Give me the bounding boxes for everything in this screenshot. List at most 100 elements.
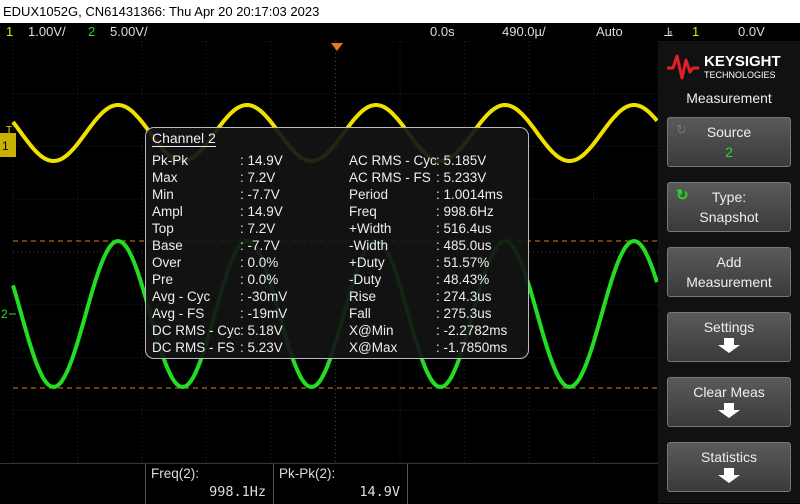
window-title: EDUX1052G, CN61431366: Thu Apr 20 20:17:… xyxy=(3,4,320,19)
measurement-value: : 516.4us xyxy=(436,221,492,236)
status-bar: 1 1.00V/ 2 5.00V/ 0.0s 490.0µ/ Auto ⫡ 1 … xyxy=(0,23,800,41)
trigger-marker-label: T xyxy=(6,125,12,136)
trigger-position-marker[interactable] xyxy=(331,43,343,51)
measurement-label: X@Max xyxy=(349,340,398,355)
measurement-value: : -7.7V xyxy=(240,238,280,253)
measurement-row: Avg - FS: -19mV xyxy=(152,305,342,322)
measurement-freq[interactable]: Freq(2): 998.1Hz xyxy=(145,464,274,504)
source-softkey[interactable]: ↻ Source 2 xyxy=(667,117,791,167)
measurement-value: : -30mV xyxy=(240,289,288,304)
measurement-label: -Width xyxy=(349,238,389,253)
measurement-label: +Width xyxy=(349,221,392,236)
measurement-row: Avg - Cyc: -30mV xyxy=(152,288,342,305)
measurement-value: : 48.43% xyxy=(436,272,490,287)
ch2-number[interactable]: 2 xyxy=(88,23,95,41)
trigger-edge-icon: ⫡ xyxy=(664,24,673,39)
measurement-label: DC RMS - Cyc xyxy=(152,323,241,338)
measurement-label: Max xyxy=(152,170,178,185)
softkey-panel: KEYSIGHT TECHNOLOGIES Measurement ↻ Sour… xyxy=(658,41,800,503)
ch1-scale[interactable]: 1.00V/ xyxy=(28,23,66,41)
submenu-arrow-icon xyxy=(718,403,740,418)
measurement-value: : -19mV xyxy=(240,306,288,321)
menu-title: Measurement xyxy=(686,90,772,106)
settings-softkey[interactable]: Settings xyxy=(667,312,791,362)
measurement-value: : 5.185V xyxy=(436,153,487,168)
trigger-level-marker[interactable]: T xyxy=(6,125,12,136)
add-label-line2: Measurement xyxy=(686,274,772,290)
clear-meas-softkey[interactable]: Clear Meas xyxy=(667,377,791,427)
measurement-row: Top : 7.2V xyxy=(152,220,342,237)
ch1-number[interactable]: 1 xyxy=(6,23,13,41)
statistics-softkey[interactable]: Statistics xyxy=(667,442,791,492)
keysight-logo: KEYSIGHT TECHNOLOGIES xyxy=(665,46,793,86)
measurement-label: AC RMS - Cyc xyxy=(349,153,437,168)
type-softkey[interactable]: ↻ Type: Snapshot xyxy=(667,182,791,232)
ch2-ground-marker[interactable]: 2 xyxy=(1,307,16,321)
statistics-label: Statistics xyxy=(700,449,757,465)
title-bar: EDUX1052G, CN61431366: Thu Apr 20 20:17:… xyxy=(0,0,800,23)
measurement-row: Period: 1.0014ms xyxy=(349,186,529,203)
measurement-label: Fall xyxy=(349,306,371,321)
measurement-row: DC RMS - Cyc: 5.18V xyxy=(152,322,342,339)
waveform-display[interactable]: 1 2 T Channel 2 Pk-Pk: 14.9V Max : 7.2V Min… xyxy=(0,41,658,463)
measurement-row: Over: 0.0% xyxy=(152,254,342,271)
measurement-value: : 998.6Hz xyxy=(436,204,494,219)
measurement-label: AC RMS - FS xyxy=(349,170,431,185)
measurement-value: : 485.0us xyxy=(436,238,492,253)
measurement-row: -Width : 485.0us xyxy=(349,237,529,254)
measurement-value: : 5.18V xyxy=(240,323,283,338)
measurement-row: +Duty: 51.57% xyxy=(349,254,529,271)
popup-title: Channel 2 xyxy=(152,130,216,147)
trigger-level[interactable]: 0.0V xyxy=(738,23,765,41)
type-label: Type: xyxy=(711,189,747,205)
type-value: Snapshot xyxy=(699,209,759,225)
measurement-label: Rise xyxy=(349,289,377,304)
ch2-scale[interactable]: 5.00V/ xyxy=(110,23,148,41)
source-label: Source xyxy=(706,124,752,140)
measurement-row: Freq: 998.6Hz xyxy=(349,203,529,220)
measurement-label: X@Min xyxy=(349,323,394,338)
measurement-row: +Width : 516.4us xyxy=(349,220,529,237)
measurement-value: : 5.233V xyxy=(436,170,487,185)
submenu-arrow-icon xyxy=(718,338,740,353)
measurement-value: : 275.3us xyxy=(436,306,492,321)
clear-meas-label: Clear Meas xyxy=(693,384,765,400)
horizontal-delay[interactable]: 0.0s xyxy=(430,23,455,41)
measurement-value: : -1.7850ms xyxy=(436,340,508,355)
measurement-value: : 5.23V xyxy=(240,340,283,355)
measurement-value: : -7.7V xyxy=(240,187,280,202)
measurement-divider xyxy=(407,464,409,504)
measurement-row: X@Min: -2.2782ms xyxy=(349,322,529,339)
measurement-snapshot-popup: Channel 2 Pk-Pk: 14.9V Max : 7.2V Min : -7.7… xyxy=(145,127,529,359)
pkpk-label: Pk-Pk(2): xyxy=(279,466,336,481)
measurement-label: +Duty xyxy=(349,255,385,270)
trigger-mode[interactable]: Auto xyxy=(596,23,623,41)
measurement-value: : 7.2V xyxy=(240,221,276,236)
ch1-ground-marker[interactable]: 1 xyxy=(0,133,16,157)
measurement-label: Pk-Pk xyxy=(152,153,189,168)
measurement-row: Rise : 274.3us xyxy=(349,288,529,305)
measurement-value: : 274.3us xyxy=(436,289,492,304)
measurement-label: Min xyxy=(152,187,174,202)
measurement-row: -Duty: 48.43% xyxy=(349,271,529,288)
measurement-label: Over xyxy=(152,255,182,270)
popup-left-column: Pk-Pk: 14.9V Max: 7.2V Min: -7.7V Ampl: 14.… xyxy=(152,152,342,356)
submenu-arrow-icon xyxy=(718,468,740,483)
measurement-bar: Freq(2): 998.1Hz Pk-Pk(2): 14.9V xyxy=(0,463,658,504)
measurement-row: DC RMS - FS: 5.23V xyxy=(152,339,342,356)
measurement-pkpk[interactable]: Pk-Pk(2): 14.9V xyxy=(273,464,408,504)
measurement-row: Pk-Pk: 14.9V xyxy=(152,152,342,169)
freq-value: 998.1Hz xyxy=(209,484,266,500)
brand-subtitle: TECHNOLOGIES xyxy=(704,70,776,80)
settings-label: Settings xyxy=(703,319,755,335)
measurement-row: AC RMS - FS : 5.233V xyxy=(349,169,529,186)
trigger-source[interactable]: 1 xyxy=(692,23,699,41)
measurement-label: Base xyxy=(152,238,183,253)
measurement-row: Base : -7.7V xyxy=(152,237,342,254)
add-measurement-softkey[interactable]: Add Measurement xyxy=(667,247,791,297)
measurement-label: Top xyxy=(152,221,174,236)
measurement-row: Pre: 0.0% xyxy=(152,271,342,288)
timebase[interactable]: 490.0µ/ xyxy=(502,23,546,41)
freq-label: Freq(2): xyxy=(151,466,200,481)
measurement-row: Min : -7.7V xyxy=(152,186,342,203)
